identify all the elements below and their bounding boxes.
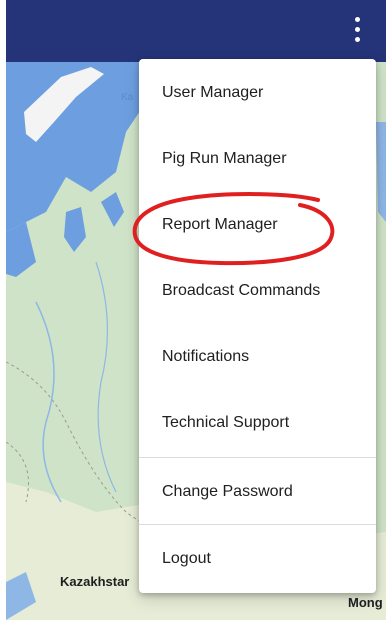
menu-item-user-manager[interactable]: User Manager <box>139 73 376 113</box>
map-label-mongolia: Mong <box>348 595 383 610</box>
top-app-bar <box>6 0 386 62</box>
menu-item-notifications[interactable]: Notifications <box>139 337 376 377</box>
overflow-menu: User Manager Pig Run Manager Report Mana… <box>139 59 376 593</box>
app-screen: Ka Kazakhstar Mong User Manager Pig Run … <box>0 0 386 620</box>
menu-item-logout[interactable]: Logout <box>139 539 376 579</box>
map-label-kazakhstan: Kazakhstar <box>60 574 130 589</box>
menu-item-pig-run-manager[interactable]: Pig Run Manager <box>139 139 376 179</box>
menu-divider <box>139 457 376 458</box>
menu-item-technical-support[interactable]: Technical Support <box>139 403 376 443</box>
map-label-sea: Ka <box>121 92 134 103</box>
menu-item-change-password[interactable]: Change Password <box>139 472 376 512</box>
more-vert-icon[interactable] <box>352 16 364 44</box>
menu-divider <box>139 524 376 525</box>
menu-item-broadcast-commands[interactable]: Broadcast Commands <box>139 271 376 311</box>
menu-item-report-manager[interactable]: Report Manager <box>139 205 376 245</box>
